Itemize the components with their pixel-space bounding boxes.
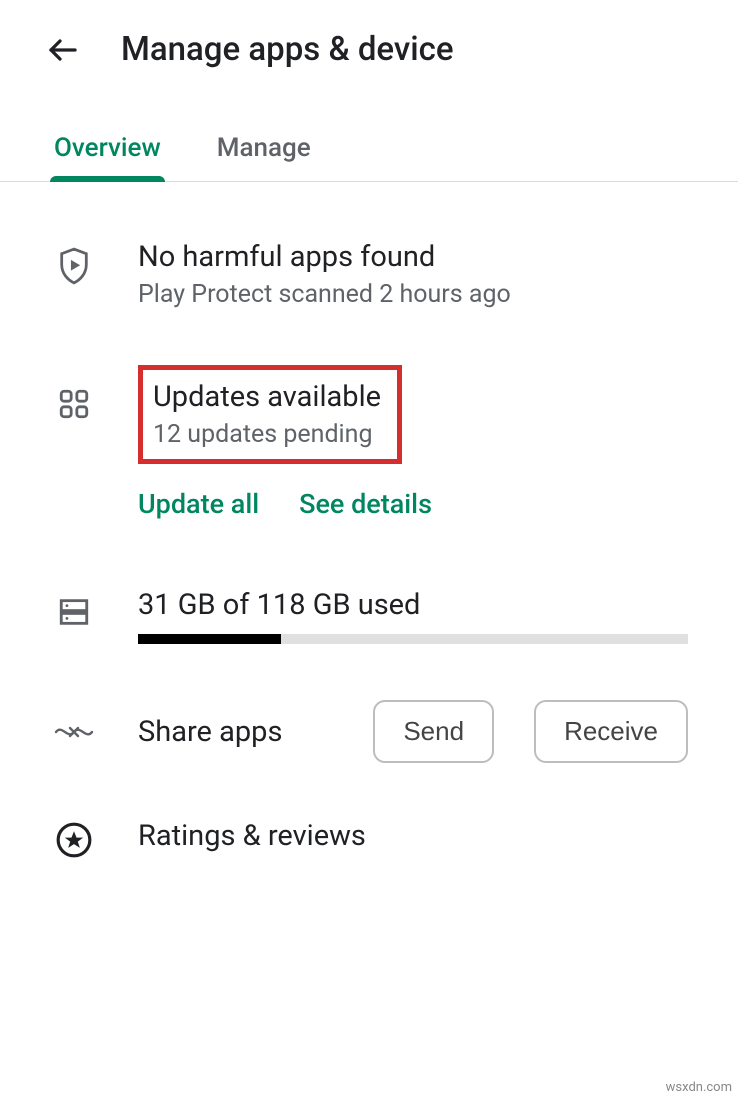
- send-button[interactable]: Send: [373, 700, 494, 763]
- receive-button[interactable]: Receive: [534, 700, 688, 763]
- share-apps-label: Share apps: [138, 715, 333, 749]
- ratings-label: Ratings & reviews: [138, 819, 688, 853]
- tab-manage[interactable]: Manage: [213, 119, 315, 181]
- storage-fill: [138, 634, 281, 644]
- updates-subtitle: 12 updates pending: [153, 420, 381, 449]
- apps-grid-icon: [57, 387, 91, 421]
- storage-section[interactable]: 31 GB of 118 GB used: [0, 548, 738, 672]
- protect-subtitle: Play Protect scanned 2 hours ago: [138, 280, 688, 309]
- see-details-button[interactable]: See details: [299, 488, 432, 520]
- updates-highlight: Updates available 12 updates pending: [138, 365, 402, 464]
- updates-section: Updates available 12 updates pending Upd…: [0, 337, 738, 548]
- star-circle-icon: [55, 821, 93, 859]
- back-arrow-icon: [45, 32, 81, 68]
- storage-icon: [57, 594, 91, 630]
- tab-bar: Overview Manage: [0, 119, 738, 182]
- share-apps-section: Share apps Send Receive: [0, 672, 738, 791]
- watermark: wsxdn.com: [666, 1080, 732, 1095]
- page-title: Manage apps & device: [121, 30, 454, 69]
- updates-title: Updates available: [153, 380, 381, 414]
- play-protect-section[interactable]: No harmful apps found Play Protect scann…: [0, 212, 738, 337]
- storage-bar: [138, 634, 688, 644]
- tab-overview[interactable]: Overview: [50, 119, 165, 181]
- ratings-section[interactable]: Ratings & reviews: [0, 791, 738, 869]
- share-icon: [54, 717, 94, 747]
- update-all-button[interactable]: Update all: [138, 488, 259, 520]
- protect-title: No harmful apps found: [138, 240, 688, 274]
- shield-play-icon: [55, 246, 93, 286]
- storage-text: 31 GB of 118 GB used: [138, 588, 688, 622]
- back-button[interactable]: [45, 32, 81, 68]
